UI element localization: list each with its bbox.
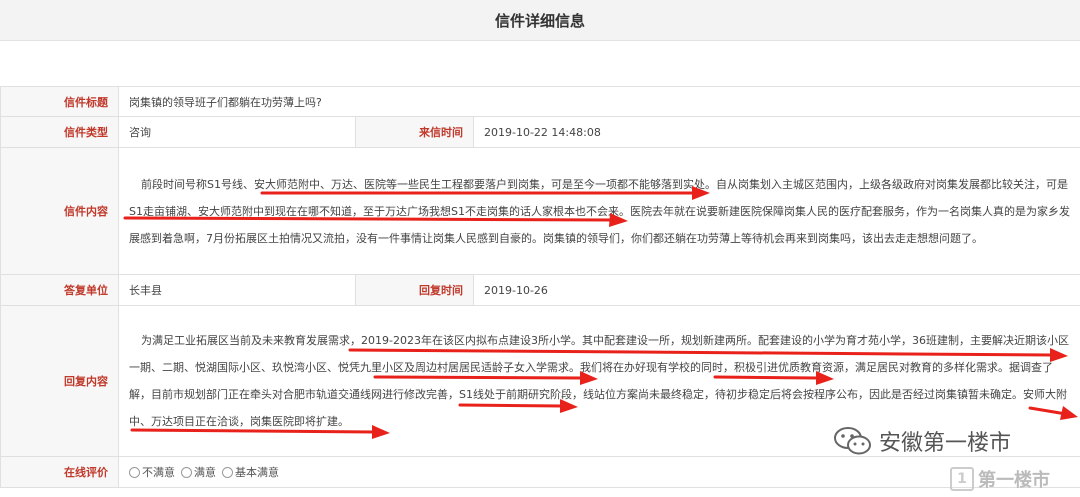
brand-name: 第一楼市 — [978, 470, 1050, 491]
radio-basically-satisfied[interactable]: 基本满意 — [222, 464, 279, 480]
letter-type-value: 咨询 — [118, 116, 356, 148]
radio-button-icon[interactable] — [181, 466, 192, 478]
watermark-account-name: 安徽第一楼市 — [879, 431, 1012, 456]
letter-time-value: 2019-10-22 14:48:08 — [473, 116, 1080, 148]
reply-unit-label: 答复单位 — [0, 274, 119, 306]
evaluation-radio-group: 不满意 满意 基本满意 — [129, 464, 1070, 480]
brand-watermark: 1 第一楼市 — [950, 466, 1050, 492]
reply-time-label: 回复时间 — [355, 274, 474, 306]
radio-satisfied[interactable]: 满意 — [181, 464, 216, 480]
radio-button-icon[interactable] — [129, 466, 140, 478]
reply-unit-value: 长丰县 — [118, 274, 356, 306]
letter-time-label: 来信时间 — [355, 116, 474, 148]
letter-content-label: 信件内容 — [0, 147, 119, 275]
row-letter-title: 信件标题 岗集镇的领导班子们都躺在功劳薄上吗? — [0, 86, 1080, 117]
reply-content-text: 为满足工业拓展区当前及未来教育发展需求，2019-2023年在该区内拟布点建设3… — [129, 334, 1069, 428]
radio-button-icon[interactable] — [222, 466, 233, 478]
letter-title-value: 岗集镇的领导班子们都躺在功劳薄上吗? — [118, 86, 1080, 117]
brand-logo-icon: 1 — [950, 467, 974, 491]
page-header: 信件详细信息 — [0, 0, 1080, 41]
row-evaluation: 在线评价 不满意 满意 基本满意 — [0, 456, 1080, 488]
reply-content-label: 回复内容 — [0, 305, 119, 457]
row-reply-unit: 答复单位 长丰县 回复时间 2019-10-26 — [0, 274, 1080, 306]
row-letter-type: 信件类型 咨询 来信时间 2019-10-22 14:48:08 — [0, 116, 1080, 148]
row-letter-content: 信件内容 前段时间号称S1号线、安大师范附中、万达、医院等一些民生工程都要落户到… — [0, 147, 1080, 275]
evaluation-label: 在线评价 — [0, 456, 119, 488]
reply-time-value: 2019-10-26 — [473, 274, 1080, 306]
wechat-watermark: 安徽第一楼市 — [833, 425, 1011, 457]
wechat-icon — [834, 427, 871, 455]
page-title: 信件详细信息 — [494, 11, 585, 30]
letter-title-label: 信件标题 — [0, 86, 119, 117]
radio-unsatisfied[interactable]: 不满意 — [129, 464, 175, 480]
letter-type-label: 信件类型 — [0, 116, 119, 148]
letter-content-text: 前段时间号称S1号线、安大师范附中、万达、医院等一些民生工程都要落户到岗集，可是… — [129, 177, 1070, 245]
